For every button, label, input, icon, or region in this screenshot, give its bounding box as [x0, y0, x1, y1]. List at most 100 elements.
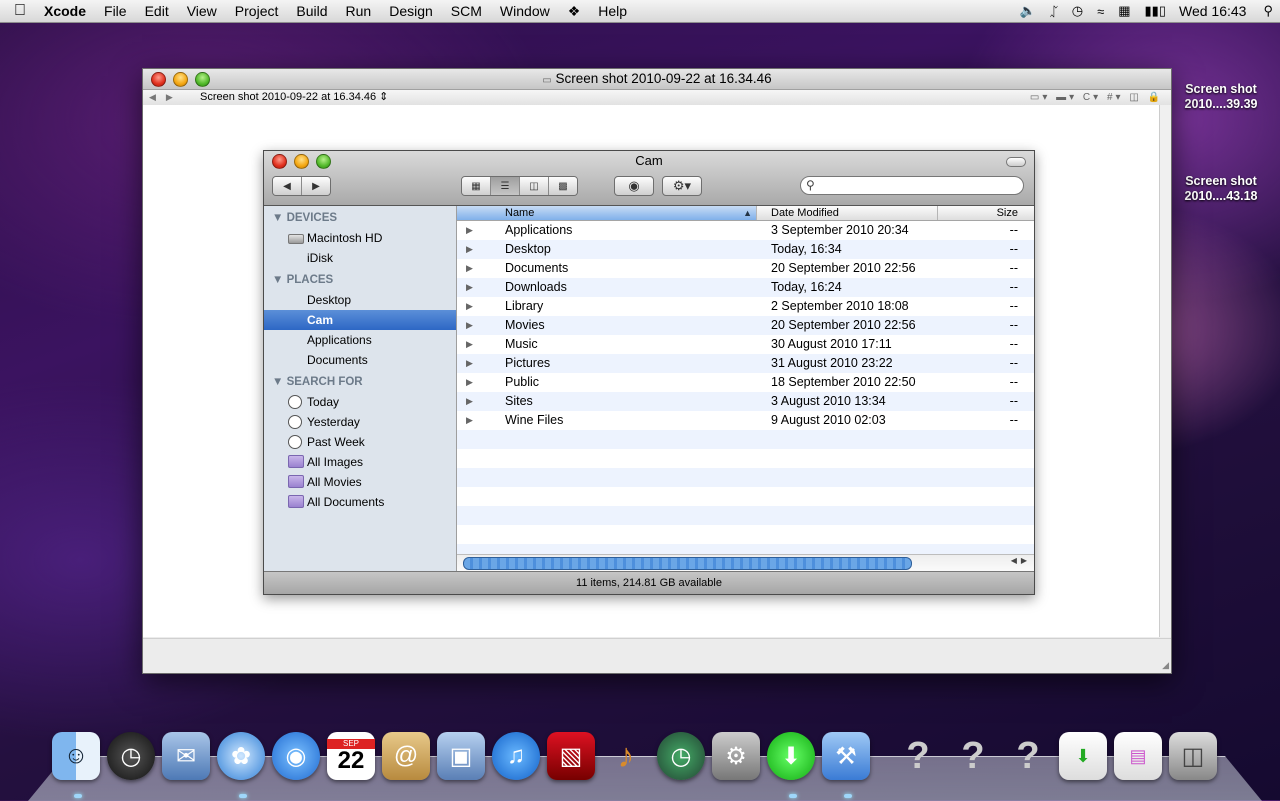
disclosure-triangle-icon[interactable]: ▶ [457, 392, 505, 411]
column-header-name[interactable]: Name ▲ [457, 206, 757, 220]
xcode-icon[interactable]: ⚒ [822, 732, 870, 780]
iphoto-icon[interactable]: ▣ [437, 732, 485, 780]
sidebar-item-documents[interactable]: Documents [264, 350, 456, 370]
list-view-icon[interactable]: ☰ [491, 177, 520, 195]
back-button[interactable]: ◀ [273, 177, 302, 195]
table-row[interactable]: ▶ Pictures 31 August 2010 23:22 -- [457, 354, 1034, 373]
column-header-size[interactable]: Size [938, 206, 1034, 220]
sidebar-item-all-documents[interactable]: All Documents [264, 492, 456, 512]
disclosure-triangle-icon[interactable]: ▶ [457, 373, 505, 392]
transmission-icon[interactable]: ⬇ [767, 732, 815, 780]
sidebar-item-all-images[interactable]: All Images [264, 452, 456, 472]
coverflow-view-icon[interactable]: ▩ [549, 177, 577, 195]
disclosure-triangle-icon[interactable]: ▶ [457, 278, 505, 297]
menu-design[interactable]: Design [380, 3, 442, 19]
scrollbar-thumb[interactable] [463, 557, 912, 570]
ichat-icon[interactable]: ◉ [272, 732, 320, 780]
forward-button[interactable]: ▶ [302, 177, 330, 195]
table-row[interactable]: ▶ Documents 20 September 2010 22:56 -- [457, 259, 1034, 278]
unknown-app-icon[interactable]: ? [1004, 732, 1052, 780]
table-row[interactable]: ▶ Wine Files 9 August 2010 02:03 -- [457, 411, 1034, 430]
table-row[interactable]: ▶ Library 2 September 2010 18:08 -- [457, 297, 1034, 316]
bluetooth-icon[interactable]: ᛢ [1043, 4, 1065, 19]
table-row[interactable]: ▶ Downloads Today, 16:24 -- [457, 278, 1034, 297]
battery-icon[interactable]: ▮▮▯ [1138, 3, 1173, 19]
vertical-scrollbar[interactable] [1160, 105, 1171, 637]
time-machine-icon[interactable]: ◷ [657, 732, 705, 780]
table-row[interactable]: ▶ Music 30 August 2010 17:11 -- [457, 335, 1034, 354]
icon-view-icon[interactable]: ▦ [462, 177, 491, 195]
sidebar-item-yesterday[interactable]: Yesterday [264, 412, 456, 432]
scroll-arrows-icon[interactable]: ◀▶ [1011, 556, 1031, 565]
garageband-icon[interactable]: ♪ [602, 732, 650, 780]
minimize-button[interactable] [173, 72, 188, 87]
menubar-clock[interactable]: Wed 16:43 [1173, 3, 1256, 19]
system-preferences-icon[interactable]: ⚙ [712, 732, 760, 780]
menu-edit[interactable]: Edit [136, 3, 178, 19]
document-breadcrumb[interactable]: Screen shot 2010-09-22 at 16.34.46 ⇕ [200, 90, 388, 105]
mail-icon[interactable]: ✉ [162, 732, 210, 780]
dashboard-icon[interactable]: ◷ [107, 732, 155, 780]
sidebar-item-cam[interactable]: Cam [264, 310, 456, 330]
spotlight-icon[interactable]: ⚲ [1256, 3, 1280, 19]
table-row[interactable]: ▶ Desktop Today, 16:34 -- [457, 240, 1034, 259]
table-row[interactable]: ▶ Movies 20 September 2010 22:56 -- [457, 316, 1034, 335]
zoom-button[interactable] [195, 72, 210, 87]
wifi-icon[interactable]: ≈ [1090, 4, 1111, 19]
disclosure-triangle-icon[interactable]: ▶ [457, 335, 505, 354]
documents-stack-icon[interactable]: ▤ [1114, 732, 1162, 780]
quick-look-button[interactable]: ◉ [614, 176, 654, 196]
resize-grip-icon[interactable]: ◢ [1162, 660, 1169, 671]
volume-icon[interactable]: 🔈 [1013, 3, 1043, 19]
disclosure-triangle-icon[interactable]: ▶ [457, 411, 505, 430]
menu-app-name[interactable]: Xcode [40, 3, 95, 19]
menu-help[interactable]: Help [589, 3, 636, 19]
menu-run[interactable]: Run [337, 3, 381, 19]
table-row[interactable]: ▶ Applications 3 September 2010 20:34 -- [457, 221, 1034, 240]
close-button[interactable] [151, 72, 166, 87]
sidebar-item-macintosh-hd[interactable]: Macintosh HD [264, 228, 456, 248]
photo-booth-icon[interactable]: ▧ [547, 732, 595, 780]
menu-window[interactable]: Window [491, 3, 559, 19]
unknown-app-icon[interactable]: ? [894, 732, 942, 780]
sidebar-header-devices[interactable]: ▼ DEVICES [264, 208, 456, 228]
disclosure-triangle-icon[interactable]: ▶ [457, 316, 505, 335]
unknown-app-icon[interactable]: ? [949, 732, 997, 780]
sidebar-item-idisk[interactable]: iDisk [264, 248, 456, 268]
sidebar-item-applications[interactable]: Applications [264, 330, 456, 350]
finder-icon[interactable]: ☺ [52, 732, 100, 780]
ical-icon[interactable]: SEP 22 [327, 732, 375, 780]
preview-titlebar[interactable]: ▭ Screen shot 2010-09-22 at 16.34.46 [143, 69, 1171, 90]
sidebar-header-places[interactable]: ▼ PLACES [264, 270, 456, 290]
menu-build[interactable]: Build [287, 3, 336, 19]
disclosure-triangle-icon[interactable]: ▶ [457, 240, 505, 259]
sidebar-item-today[interactable]: Today [264, 392, 456, 412]
menu-view[interactable]: View [178, 3, 226, 19]
apple-menu-icon[interactable]:  [0, 2, 40, 20]
itunes-icon[interactable]: ♫ [492, 732, 540, 780]
input-menu-icon[interactable]: ▦ [1111, 3, 1137, 19]
table-row[interactable]: ▶ Public 18 September 2010 22:50 -- [457, 373, 1034, 392]
sidebar-item-desktop[interactable]: Desktop [264, 290, 456, 310]
horizontal-scrollbar[interactable]: ◀▶ [457, 554, 1034, 571]
script-menu-icon[interactable]: ❖ [559, 3, 590, 20]
disclosure-triangle-icon[interactable]: ▶ [457, 259, 505, 278]
sidebar-item-past-week[interactable]: Past Week [264, 432, 456, 452]
disclosure-triangle-icon[interactable]: ▶ [457, 221, 505, 240]
downloads-stack-icon[interactable]: ⬇ [1059, 732, 1107, 780]
sidebar-item-all-movies[interactable]: All Movies [264, 472, 456, 492]
desktop-file-screenshot-1[interactable]: Screen shot 2010....39.39 [1171, 82, 1271, 112]
time-machine-icon[interactable]: ◷ [1065, 3, 1090, 19]
table-row[interactable]: ▶ Sites 3 August 2010 13:34 -- [457, 392, 1034, 411]
column-header-date[interactable]: Date Modified [757, 206, 938, 220]
menu-scm[interactable]: SCM [442, 3, 491, 19]
sidebar-header-search-for[interactable]: ▼ SEARCH FOR [264, 372, 456, 392]
trash-icon[interactable]: ◫ [1169, 732, 1217, 780]
search-input[interactable] [823, 178, 1017, 195]
column-view-icon[interactable]: ◫ [520, 177, 549, 195]
desktop-file-screenshot-2[interactable]: Screen shot 2010....43.18 [1171, 174, 1271, 204]
menu-file[interactable]: File [95, 3, 136, 19]
toolbar-toggle-button[interactable] [1006, 157, 1026, 167]
action-menu-button[interactable]: ⚙▾ [662, 176, 702, 196]
menu-project[interactable]: Project [226, 3, 288, 19]
